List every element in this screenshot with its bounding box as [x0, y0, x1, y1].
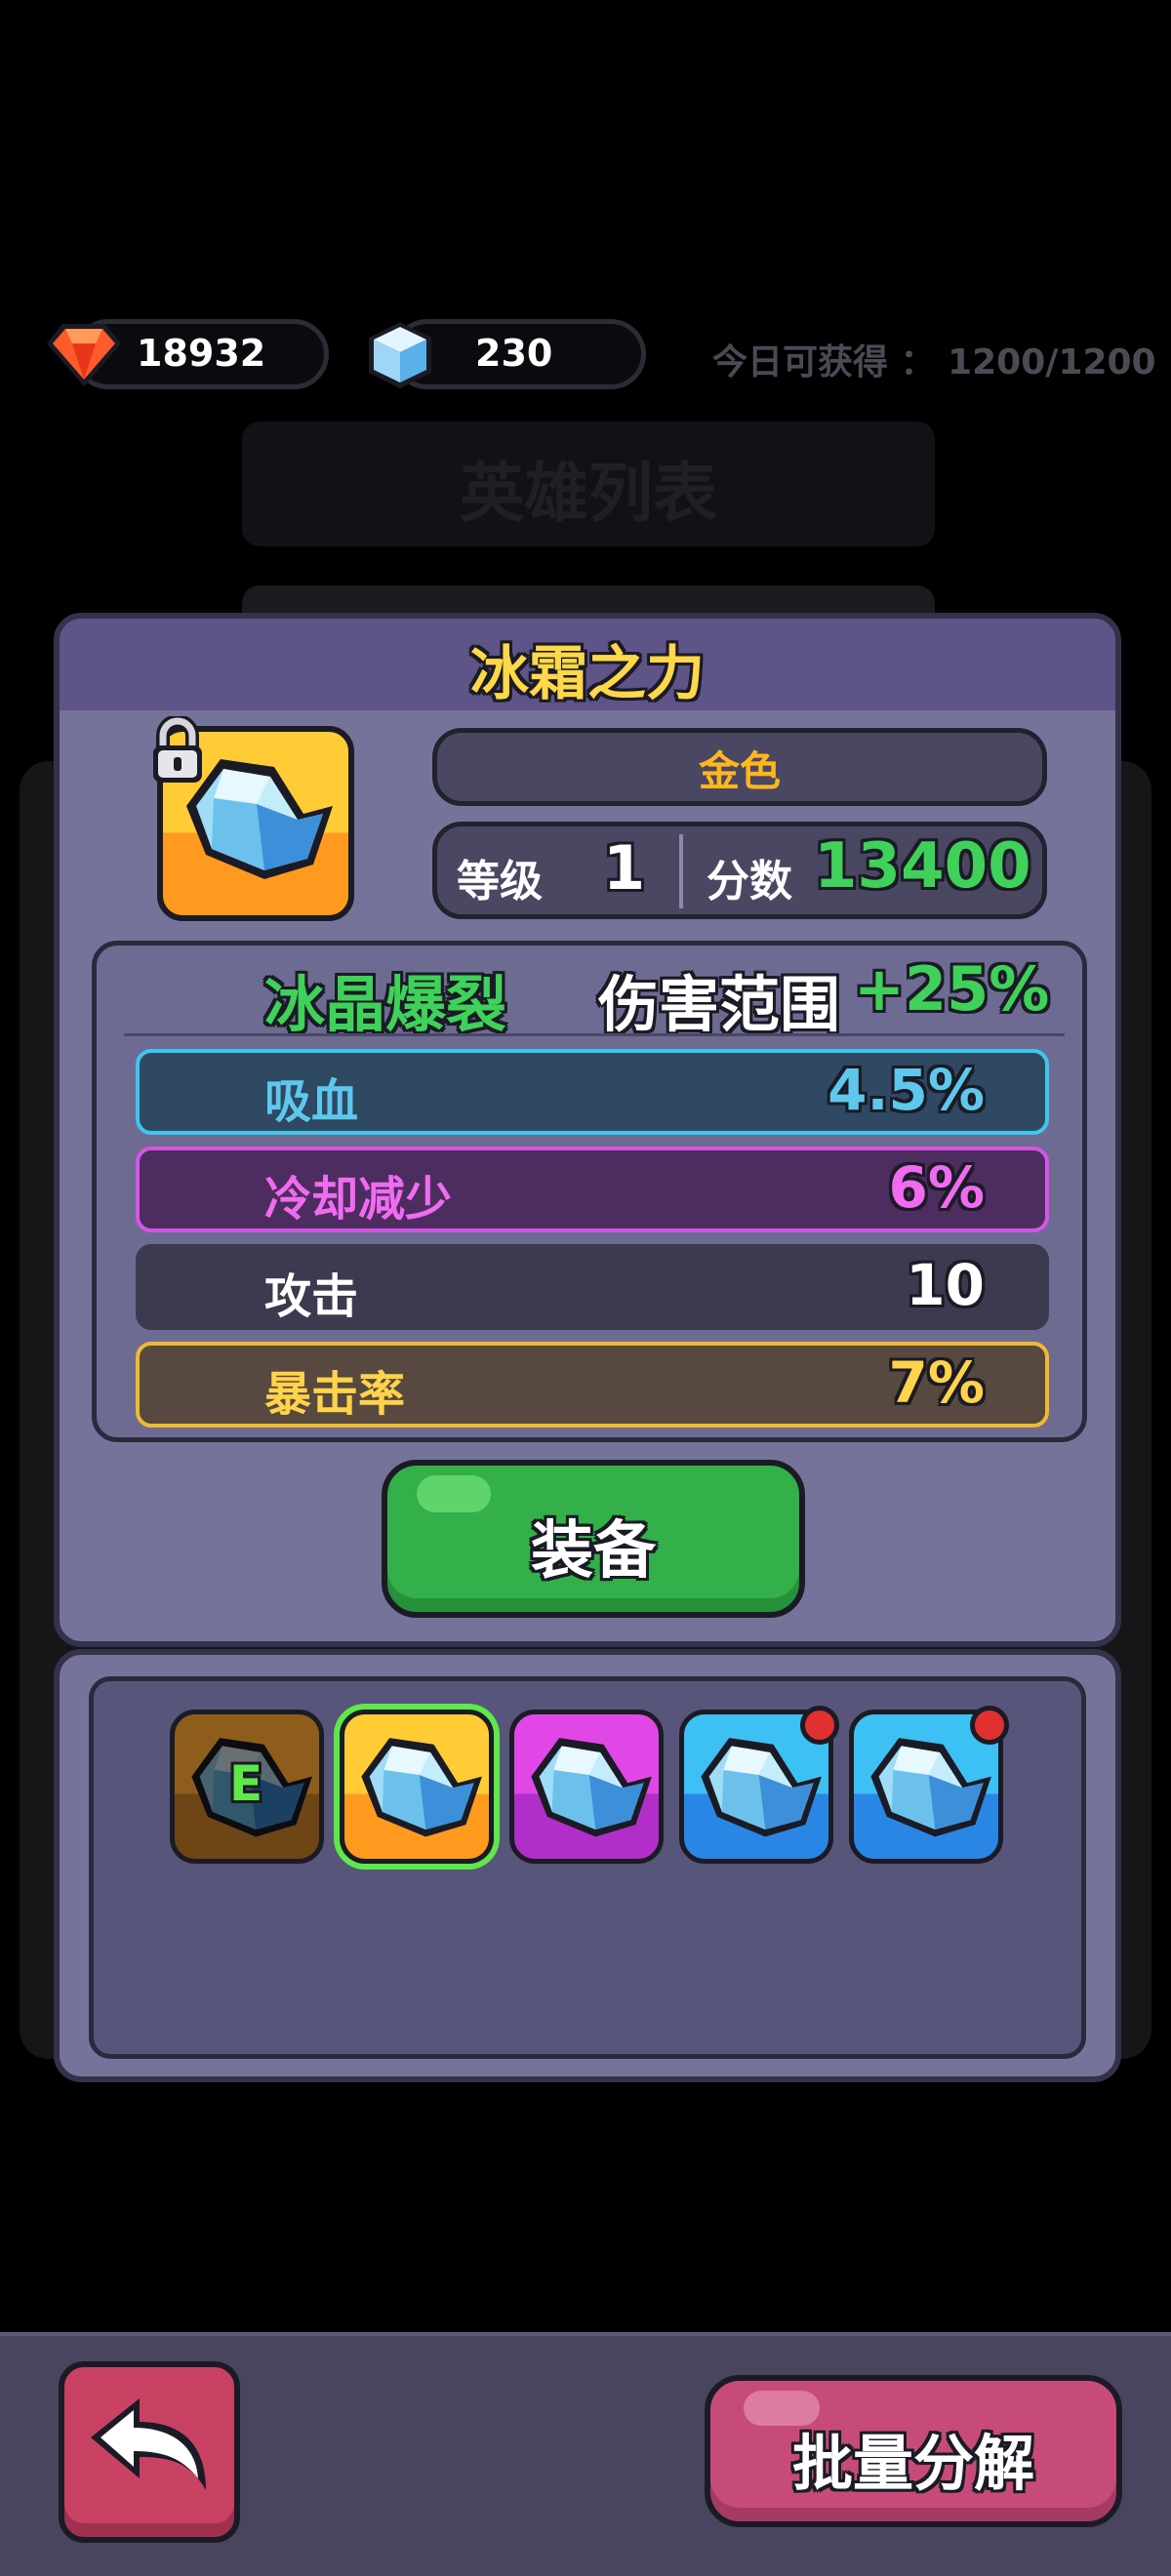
inventory-item[interactable] [509, 1710, 664, 1864]
batch-decompose-button[interactable]: 批量分解 [705, 2375, 1122, 2527]
stat-value: 4.5% [828, 1057, 985, 1123]
back-arrow-icon [91, 2398, 206, 2490]
equip-button-label: 装备 [531, 1515, 656, 1588]
ice-crystal-icon [531, 1738, 652, 1837]
lock-icon[interactable] [147, 716, 208, 786]
inventory-item-equipped[interactable]: E [170, 1710, 324, 1864]
stat-value: 6% [888, 1154, 985, 1221]
level-label: 等级 [457, 857, 543, 906]
ruby-gem-icon [47, 324, 121, 386]
stat-value: 10 [906, 1252, 985, 1318]
skill-name: 冰晶爆裂 [264, 969, 507, 1040]
inventory-item-selected[interactable] [340, 1710, 494, 1864]
batch-decompose-label: 批量分解 [791, 2428, 1034, 2499]
stats-box: 冰晶爆裂 伤害范围 +25% 吸血 4.5% 冷却减少 6% 攻击 10 暴击率… [92, 941, 1087, 1442]
pill-divider [679, 834, 683, 908]
skill-bonus: +25% [854, 953, 1050, 1025]
ice-cube-icon [369, 322, 431, 388]
stat-value: 7% [888, 1349, 985, 1416]
stat-row-cooldown: 冷却减少 6% [136, 1147, 1049, 1232]
ruby-amount: 18932 [137, 332, 266, 375]
rarity-pill: 金色 [432, 728, 1047, 806]
ice-crystal-icon [361, 1738, 482, 1837]
stat-name: 攻击 [264, 1269, 359, 1324]
stat-row-crit: 暴击率 7% [136, 1342, 1049, 1428]
rarity-label: 金色 [698, 747, 781, 795]
equip-button[interactable]: 装备 [382, 1460, 805, 1618]
background-title: 英雄列表 [460, 456, 717, 531]
item-detail-panel: 冰霜之力 金色 等级 1 分数 13400 冰晶爆裂 伤害范围 +25% 吸血 … [54, 613, 1121, 1647]
skill-separator [124, 1033, 1065, 1036]
new-item-dot [800, 1706, 839, 1745]
stat-name: 冷却减少 [264, 1172, 453, 1227]
equipped-badge: E [229, 1755, 263, 1812]
new-item-dot [970, 1706, 1009, 1745]
stat-row-attack: 攻击 10 [136, 1244, 1049, 1330]
daily-limit-label: 今日可获得 ： 1200/1200 [712, 342, 1156, 382]
score-label: 分数 [707, 857, 792, 906]
level-score-pill: 等级 1 分数 13400 [432, 822, 1047, 919]
stat-name: 吸血 [264, 1074, 359, 1129]
back-button[interactable] [59, 2361, 240, 2543]
level-value: 1 [603, 832, 646, 904]
stat-row-lifesteal: 吸血 4.5% [136, 1049, 1049, 1135]
score-value: 13400 [814, 830, 1031, 903]
skill-effect: 伤害范围 [598, 969, 841, 1040]
ice-amount: 230 [475, 332, 553, 375]
stat-name: 暴击率 [264, 1367, 406, 1422]
item-name: 冰霜之力 [470, 640, 705, 708]
